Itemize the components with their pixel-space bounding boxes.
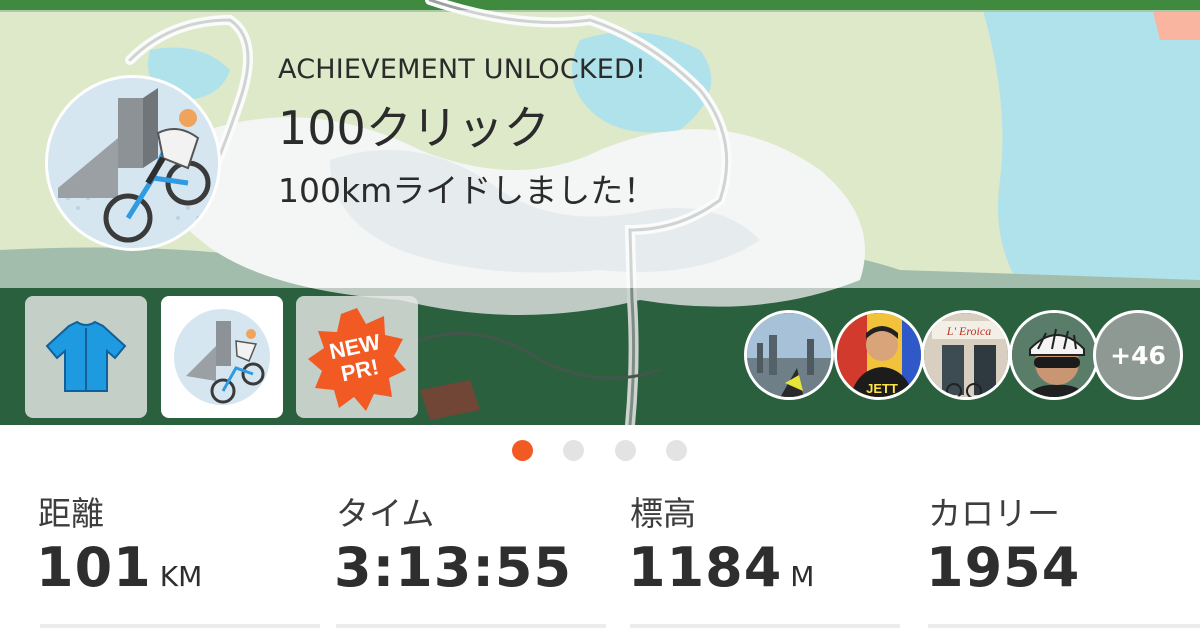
divider [630, 624, 900, 628]
elevation-value: 1184 M [628, 536, 814, 599]
distance-unit: KM [159, 560, 203, 593]
calories-value: 1954 [926, 536, 1081, 599]
svg-text:JETT: JETT [866, 381, 898, 396]
achievement-description: 100kmライドしました！ [278, 171, 657, 210]
page-dot[interactable] [615, 440, 636, 461]
time-value: 3:13:55 [334, 536, 573, 599]
elevation-unit: M [790, 560, 815, 593]
distance-value: 101 KM [36, 536, 202, 599]
divider [40, 624, 320, 628]
divider [928, 624, 1200, 628]
achievement-badge-thumbnail[interactable] [161, 296, 283, 418]
elevation-number: 1184 [628, 536, 783, 599]
distance-label: 距離 [38, 494, 104, 533]
avatar-jett-rider[interactable]: JETT [834, 310, 924, 400]
achievement-title: 100クリック [278, 101, 550, 155]
calories-label: カロリー [928, 494, 1060, 533]
distance-number: 101 [36, 536, 152, 599]
divider [336, 624, 606, 628]
time-label: タイム [336, 494, 435, 533]
page-dot[interactable] [666, 440, 687, 461]
page-dot[interactable] [563, 440, 584, 461]
achievement-heading: ACHIEVEMENT UNLOCKED! [278, 54, 647, 85]
elevation-label: 標高 [630, 494, 696, 533]
new-pr-badge-icon: NEW PR! [308, 308, 406, 411]
ride-map[interactable]: ACHIEVEMENT UNLOCKED! 100クリック 100kmライドしま… [0, 0, 1200, 425]
cyclist-badge-icon [174, 309, 270, 405]
jersey-icon [45, 320, 127, 392]
more-participants-count[interactable]: +46 [1093, 310, 1183, 400]
page-dot-active[interactable] [512, 440, 533, 461]
jersey-thumbnail[interactable] [25, 296, 147, 418]
achievement-banner[interactable]: ACHIEVEMENT UNLOCKED! 100クリック 100kmライドしま… [0, 10, 1200, 288]
new-pr-thumbnail[interactable]: NEW PR! [296, 296, 418, 418]
svg-text:L' Eroica: L' Eroica [946, 324, 991, 338]
achievement-badge-icon [48, 78, 218, 248]
avatar-shop-front[interactable]: L' Eroica [921, 310, 1011, 400]
avatar-helmet-rider[interactable] [1009, 310, 1099, 400]
avatar-city-view[interactable] [744, 310, 834, 400]
